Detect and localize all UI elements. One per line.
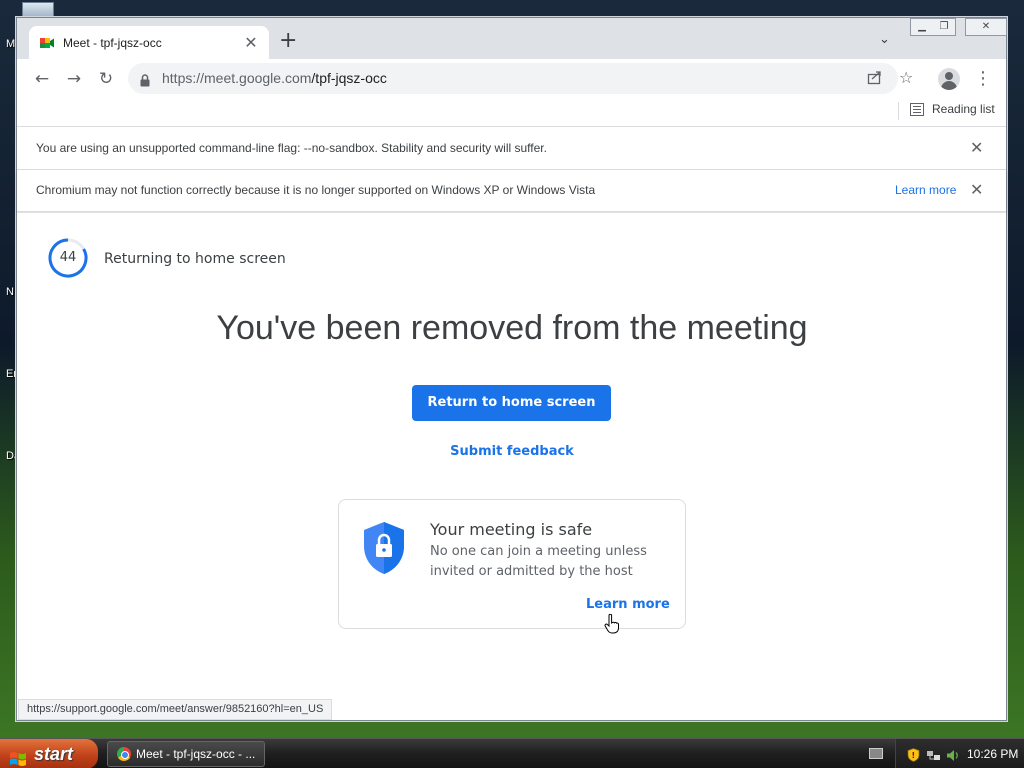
taskbar: start Meet - tpf-jqsz-occ - ... ! 10:26 … [0, 738, 1024, 768]
volume-icon[interactable] [946, 747, 959, 761]
reading-list-icon [910, 102, 924, 116]
page-title: You've been removed from the meeting [216, 309, 808, 347]
tab-title: Meet - tpf-jqsz-occ [63, 35, 162, 50]
close-icon[interactable]: ✕ [243, 34, 259, 51]
clock[interactable]: 10:26 PM [967, 739, 1018, 768]
countdown-timer: 44 [47, 237, 89, 279]
learn-more-link[interactable]: Learn more [586, 597, 670, 612]
desktop-icon-label[interactable]: N [6, 286, 14, 298]
minimize-button[interactable]: ▁ [911, 19, 933, 35]
forward-button[interactable]: → [62, 67, 86, 91]
shield-lock-icon [361, 520, 407, 580]
browser-window: Meet - tpf-jqsz-occ ✕ + ⌄ ▁ ❐ ✕ ← → ↻ ht… [16, 17, 1007, 721]
close-icon[interactable]: ✕ [970, 139, 983, 157]
tab-meet[interactable]: Meet - tpf-jqsz-occ ✕ [29, 26, 269, 59]
infobar-sandbox: You are using an unsupported command-lin… [17, 128, 1006, 170]
new-tab-button[interactable]: + [279, 30, 297, 52]
close-icon[interactable]: ✕ [970, 181, 983, 199]
share-icon[interactable] [867, 69, 883, 89]
safety-card: Your meeting is safe No one can join a m… [338, 499, 686, 634]
page-content: 44 Returning to home screen You've been … [17, 213, 1006, 720]
tab-strip: Meet - tpf-jqsz-occ ✕ + ⌄ ▁ ❐ ✕ [17, 18, 1007, 59]
start-label: start [34, 744, 74, 764]
chevron-down-icon[interactable]: ⌄ [879, 32, 890, 47]
infobar-message: Chromium may not function correctly beca… [36, 183, 596, 197]
countdown-label: Returning to home screen [104, 251, 286, 267]
card-title: Your meeting is safe [430, 520, 593, 539]
desktop-icon-label[interactable]: M [6, 38, 15, 50]
network-icon[interactable] [926, 747, 940, 760]
divider [898, 102, 899, 120]
windows-logo-icon [9, 746, 27, 766]
card-body: No one can join a meeting unless invited… [430, 544, 647, 579]
infobar-learn-more-link[interactable]: Learn more [895, 183, 956, 197]
hand-cursor-icon [604, 613, 620, 638]
submit-feedback-link: Submit feedback [17, 444, 1007, 459]
infobar-message: You are using an unsupported command-lin… [36, 141, 547, 155]
close-window-button[interactable]: ✕ [965, 18, 1007, 36]
reading-list-button[interactable]: Reading list [910, 102, 995, 116]
taskbar-button-label: Meet - tpf-jqsz-occ - ... [136, 747, 256, 761]
url-host: https://meet.google.com [162, 70, 312, 86]
desktop-icon[interactable] [22, 2, 54, 18]
window-controls: ▁ ❐ [910, 18, 956, 36]
infobar-unsupported-os: Chromium may not function correctly beca… [17, 170, 1006, 212]
start-button[interactable]: start [0, 739, 98, 768]
lock-icon[interactable] [140, 72, 150, 91]
menu-icon[interactable]: ⋮ [974, 67, 992, 91]
address-bar[interactable]: https://meet.google.com/tpf-jqsz-occ ☆ [128, 63, 913, 94]
close-window-icon: ✕ [981, 21, 991, 32]
bookmarks-bar: Reading list [17, 98, 1006, 127]
profile-avatar[interactable] [938, 68, 960, 90]
taskbar-button-chromium[interactable]: Meet - tpf-jqsz-occ - ... [107, 741, 265, 767]
countdown-number: 44 [59, 250, 77, 265]
security-shield-icon[interactable]: ! [907, 747, 920, 762]
keyboard-icon[interactable] [869, 748, 883, 759]
svg-text:!: ! [912, 751, 916, 760]
chromium-icon [117, 747, 131, 761]
back-button[interactable]: ← [30, 67, 54, 91]
system-tray: ! 10:26 PM [895, 739, 1024, 768]
reading-list-label: Reading list [932, 102, 995, 116]
maximize-button[interactable]: ❐ [933, 19, 955, 35]
google-meet-icon [39, 35, 55, 51]
submit-feedback-text[interactable]: Submit feedback [450, 444, 574, 459]
toolbar: ← → ↻ https://meet.google.com/tpf-jqsz-o… [17, 59, 1006, 98]
star-icon[interactable]: ☆ [899, 68, 913, 87]
status-bubble: https://support.google.com/meet/answer/9… [18, 699, 333, 720]
reload-button[interactable]: ↻ [94, 67, 118, 91]
url-path: /tpf-jqsz-occ [311, 70, 387, 86]
url-text: https://meet.google.com/tpf-jqsz-occ [162, 70, 387, 86]
return-home-button[interactable]: Return to home screen [412, 385, 611, 421]
